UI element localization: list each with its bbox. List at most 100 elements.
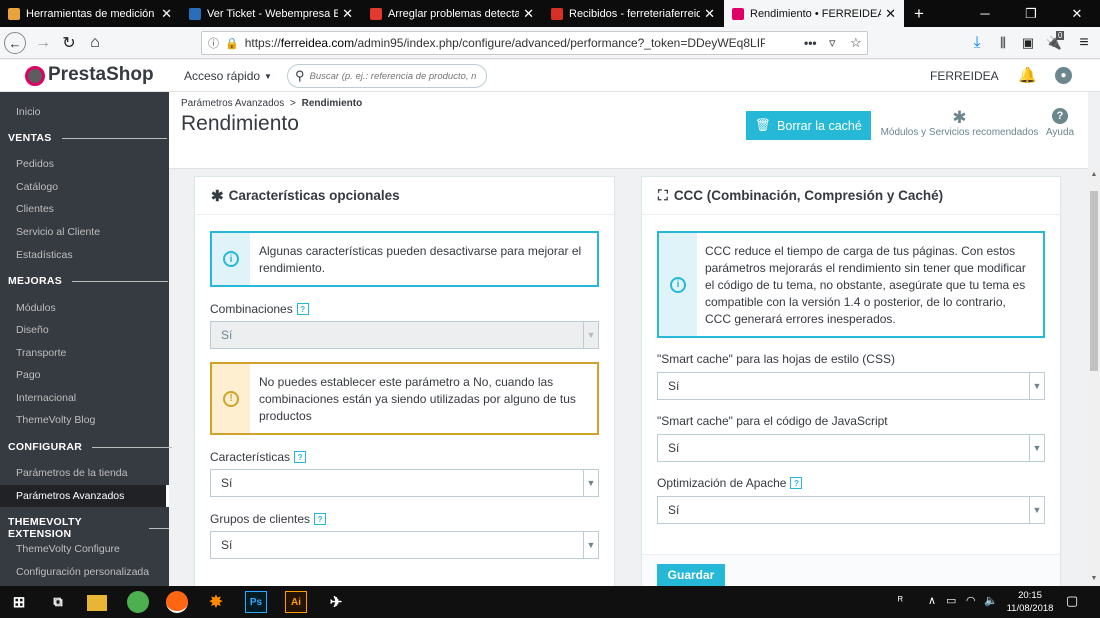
page-scrollbar[interactable]: ▲ ▼ [1088, 169, 1100, 586]
notifications-bell-icon[interactable]: 🔔 [1018, 66, 1037, 84]
sidebar-item-pedidos[interactable]: Pedidos [16, 158, 54, 170]
sidebar-item-pago[interactable]: Pago [16, 369, 41, 381]
close-tab-icon[interactable]: ✕ [885, 6, 896, 22]
downloads-icon[interactable]: ⤓ [966, 32, 988, 54]
browser-tab-active[interactable]: Rendimiento • FERREIDEA ✕ [724, 0, 904, 27]
section-divider [61, 137, 167, 139]
close-tab-icon[interactable]: ✕ [704, 6, 715, 22]
url-bar[interactable]: ⓘ 🔒 https://ferreidea.com/admin95/index.… [201, 31, 868, 55]
panel-title: Características opcionales [228, 188, 400, 203]
close-window-icon[interactable]: ✕ [1054, 0, 1100, 27]
browser-tab[interactable]: Ver Ticket - Webempresa Europ ✕ [181, 0, 361, 27]
clock[interactable]: 20:15 11/08/2018 [1003, 589, 1057, 615]
tab-title: Herramientas de medición de [26, 7, 158, 20]
alert-icon-area: i [659, 233, 697, 336]
battery-icon[interactable]: ▭ [946, 594, 956, 607]
close-tab-icon[interactable]: ✕ [161, 6, 172, 22]
sidebar-item-transporte[interactable]: Transporte [16, 347, 66, 359]
forward-icon[interactable]: → [32, 32, 54, 54]
account-avatar-icon[interactable]: ● [1055, 67, 1072, 84]
shop-name-link[interactable]: FERREIDEA [930, 69, 999, 83]
browser-tab[interactable]: Herramientas de medición de ✕ [0, 0, 180, 27]
sidebar-item-servicio-cliente[interactable]: Servicio al Cliente [16, 226, 100, 238]
section-label: THEMEVOLTY EXTENSION [8, 516, 82, 540]
quick-access-menu[interactable]: Acceso rápido ▼ [184, 69, 272, 83]
sidebar-item-configuracion-personalizada[interactable]: Configuración personalizada [16, 566, 149, 578]
reload-icon[interactable]: ↻ [58, 32, 80, 54]
quick-access-label: Acceso rápido [184, 69, 261, 83]
breadcrumb-separator: > [290, 98, 296, 109]
illustrator-icon[interactable]: Ai [285, 591, 307, 613]
sidebar-item-diseno[interactable]: Diseño [16, 324, 49, 336]
sidebar-item-parametros-tienda[interactable]: Parámetros de la tienda [16, 467, 127, 479]
menu-icon[interactable]: ≡ [1073, 32, 1095, 54]
sidebar-item-inicio[interactable]: Inicio [16, 106, 41, 118]
sidebar-item-catalogo[interactable]: Catálogo [16, 181, 58, 193]
scroll-thumb[interactable] [1090, 191, 1098, 371]
minimize-icon[interactable]: ─ [962, 0, 1008, 27]
avast-icon[interactable]: ✸ [205, 591, 227, 613]
tab-title: Recibidos - ferreteriaferreidea@ [569, 7, 701, 20]
page-actions-icon[interactable]: ••• [804, 36, 817, 50]
scroll-up-icon[interactable]: ▲ [1088, 169, 1100, 181]
help-tooltip-icon[interactable]: ? [314, 513, 327, 525]
features-select[interactable]: Sí ▼ [210, 469, 599, 497]
volume-icon[interactable]: 🔈 [984, 594, 998, 607]
info-icon[interactable]: ⓘ [208, 35, 219, 51]
action-center-icon[interactable]: ▢ [1066, 593, 1078, 609]
modules-services-button[interactable]: ✱ Módulos y Servicios recomendados [878, 108, 1041, 138]
pocket-icon[interactable]: ▿ [829, 35, 836, 51]
select-value: Sí [668, 441, 680, 455]
back-icon[interactable]: ← [4, 32, 26, 54]
save-button[interactable]: Guardar [657, 564, 725, 586]
breadcrumb-parent[interactable]: Parámetros Avanzados [181, 98, 284, 109]
sidebar-item-themevolty-blog[interactable]: ThemeVolty Blog [16, 414, 95, 426]
apache-optimization-select[interactable]: Sí ▼ [657, 496, 1045, 524]
chevron-up-icon[interactable]: ∧ [928, 594, 936, 607]
bookmark-star-icon[interactable]: ☆ [850, 35, 862, 51]
new-tab-button[interactable]: + [906, 0, 932, 27]
wifi-icon[interactable]: ◠ [966, 594, 976, 607]
admin-search[interactable]: ⚲ [287, 64, 487, 88]
panel-title: CCC (Combinación, Compresión y Caché) [673, 188, 944, 203]
close-tab-icon[interactable]: ✕ [523, 6, 534, 22]
url-text[interactable]: https://ferreidea.com/admin95/index.php/… [245, 36, 765, 50]
css-cache-select[interactable]: Sí ▼ [657, 372, 1045, 400]
library-icon[interactable]: ⫼ [992, 32, 1014, 54]
customer-groups-select[interactable]: Sí ▼ [210, 531, 599, 559]
sidebar-item-estadisticas[interactable]: Estadísticas [16, 249, 73, 261]
url-domain: ferreidea.com [280, 36, 355, 50]
browser-tab[interactable]: Recibidos - ferreteriaferreidea@ ✕ [543, 0, 723, 27]
restore-icon[interactable]: ❐ [1008, 0, 1054, 27]
file-explorer-icon[interactable] [87, 595, 107, 611]
sidebar-item-internacional[interactable]: Internacional [16, 392, 76, 404]
js-cache-select[interactable]: Sí ▼ [657, 434, 1045, 462]
clear-cache-button[interactable]: 🗑 Borrar la caché [746, 111, 871, 140]
help-button[interactable]: ? Ayuda [1044, 108, 1076, 138]
scroll-down-icon[interactable]: ▼ [1088, 573, 1100, 585]
app-icon[interactable]: ✈ [325, 591, 347, 613]
browser-app-icon[interactable] [127, 591, 149, 613]
sidebar-section-themevolty: THEMEVOLTY EXTENSION [8, 516, 169, 540]
sidebar-item-modulos[interactable]: Módulos [16, 302, 56, 314]
home-icon[interactable]: ⌂ [84, 32, 106, 54]
sidebar-item-themevolty-configure[interactable]: ThemeVolty Configure [16, 543, 120, 555]
sidebar-item-clientes[interactable]: Clientes [16, 203, 54, 215]
browser-tab[interactable]: Arreglar problemas detectados ✕ [362, 0, 542, 27]
search-input[interactable] [309, 70, 480, 82]
sidebar-item-parametros-avanzados[interactable]: Parámetros Avanzados [16, 490, 124, 502]
help-tooltip-icon[interactable]: ? [296, 303, 309, 315]
help-tooltip-icon[interactable]: ? [294, 451, 307, 463]
help-tooltip-icon[interactable]: ? [790, 477, 803, 489]
windows-start-icon[interactable]: ⊞ [8, 591, 30, 613]
brand-logo[interactable]: PrestaShop [48, 64, 154, 86]
person-icon[interactable]: ᴿ [898, 595, 903, 607]
firefox-icon[interactable] [166, 591, 188, 613]
url-prefix: https:// [244, 36, 281, 50]
photoshop-icon[interactable]: Ps [245, 591, 267, 613]
sidebar-toggle-icon[interactable]: ▣ [1017, 32, 1039, 54]
page-toolbar: Parámetros Avanzados > Rendimiento Rendi… [169, 92, 1088, 169]
close-tab-icon[interactable]: ✕ [342, 6, 353, 22]
task-view-icon[interactable]: ⧉ [47, 591, 69, 613]
search-icon[interactable]: ⚲ [295, 68, 305, 84]
